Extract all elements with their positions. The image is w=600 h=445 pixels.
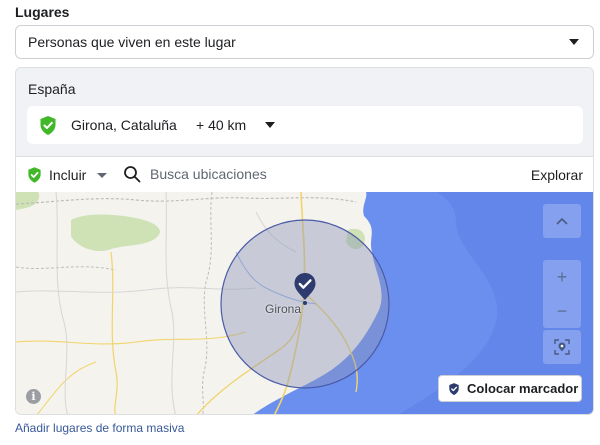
location-pin-check-icon <box>40 116 56 140</box>
search-icon <box>123 165 141 188</box>
bulk-add-locations-link[interactable]: Añadir lugares de forma masiva <box>15 421 184 435</box>
radius-selector[interactable]: + 40 km <box>196 117 246 133</box>
locations-panel: España Girona, Cataluña + 40 km Incluir <box>15 67 594 415</box>
recenter-icon <box>554 339 570 355</box>
map-info-icon[interactable]: i <box>26 389 41 404</box>
marker-shield-icon <box>449 382 459 395</box>
place-marker-label: Colocar marcador <box>467 381 579 396</box>
location-name: Girona, Cataluña <box>71 117 177 133</box>
location-search-input[interactable] <box>150 163 410 185</box>
explore-button[interactable]: Explorar <box>531 167 583 183</box>
location-toolbar: Incluir Explorar <box>16 156 593 192</box>
audience-type-value: Personas que viven en este lugar <box>28 34 236 50</box>
zoom-out-button[interactable]: − <box>543 294 581 328</box>
recenter-button[interactable] <box>543 330 581 364</box>
caret-down-icon <box>569 39 579 45</box>
section-title: Lugares <box>15 4 70 20</box>
map-view[interactable]: Girona + − i Colocar marcador <box>16 192 593 414</box>
include-caret-icon[interactable] <box>97 173 107 178</box>
map-collapse-button[interactable] <box>543 204 581 238</box>
chevron-up-icon <box>556 217 568 225</box>
radius-caret-icon[interactable] <box>265 122 275 128</box>
map-marker-check-icon[interactable] <box>294 273 316 310</box>
country-label: España <box>28 81 76 97</box>
audience-type-dropdown[interactable]: Personas que viven en este lugar <box>15 25 594 59</box>
include-pin-icon <box>28 167 41 188</box>
include-dropdown[interactable]: Incluir <box>49 167 86 183</box>
place-marker-button[interactable]: Colocar marcador <box>438 375 582 402</box>
zoom-in-button[interactable]: + <box>543 260 581 294</box>
selected-location-chip[interactable]: Girona, Cataluña + 40 km <box>27 106 583 144</box>
